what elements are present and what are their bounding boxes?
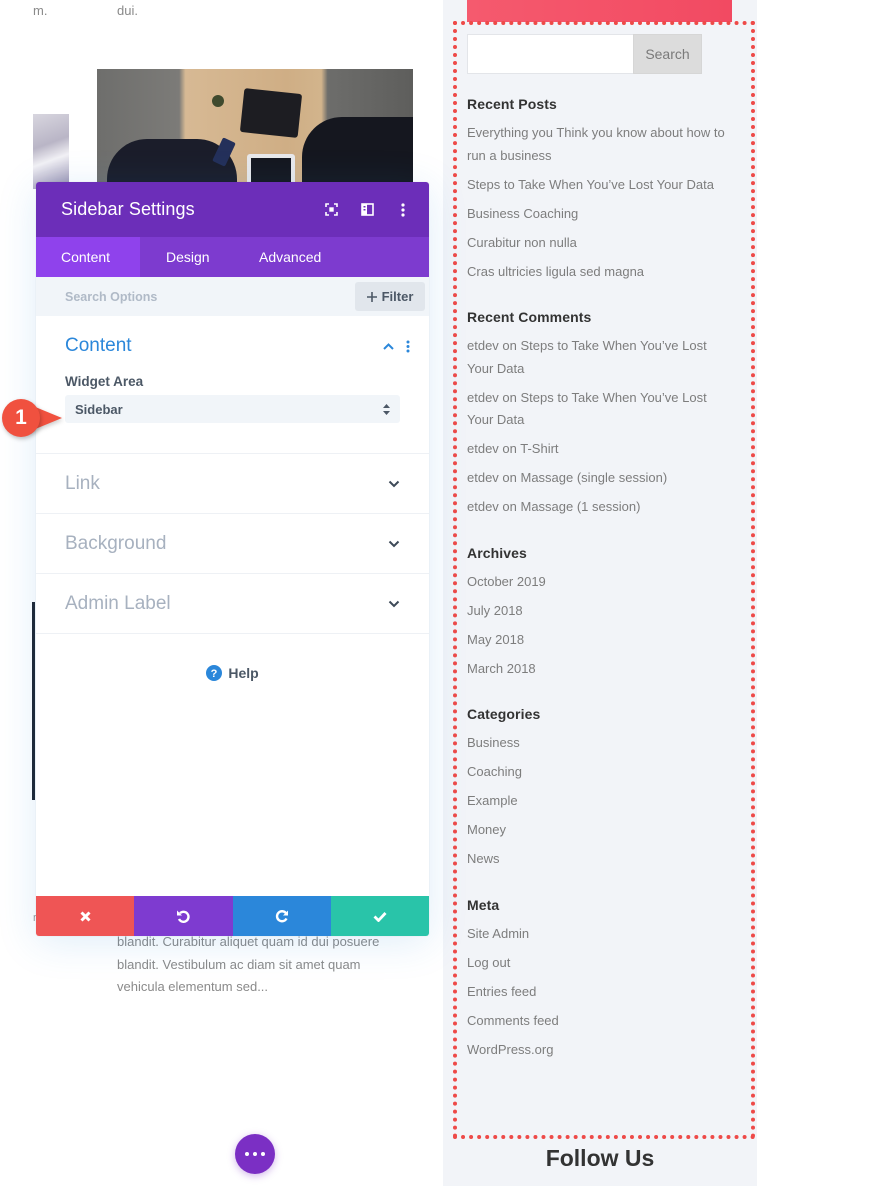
discard-button[interactable] (36, 896, 135, 936)
background-text-fragment: dui. (117, 3, 138, 18)
redo-icon (275, 910, 288, 923)
modal-header: Sidebar Settings (36, 182, 429, 237)
help-icon: ? (206, 665, 223, 681)
options-search-bar: Filter (36, 277, 429, 316)
sidebar-highlight-outline (453, 21, 755, 1139)
undo-button[interactable] (134, 896, 233, 936)
modal-title: Sidebar Settings (61, 199, 195, 219)
widget-area-label: Widget Area (65, 374, 144, 389)
widget-area-select[interactable]: Sidebar (65, 395, 400, 423)
filter-label: Filter (381, 289, 414, 304)
section-title: Content (65, 335, 132, 356)
tab-advanced[interactable]: Advanced (234, 237, 346, 277)
section-title: Admin Label (65, 592, 171, 614)
chevron-down-icon (388, 480, 400, 487)
section-title: Background (65, 532, 167, 554)
fullscreen-icon[interactable] (313, 195, 349, 225)
more-horizontal-icon (245, 1152, 249, 1156)
chevron-down-icon (388, 540, 400, 547)
search-options-input[interactable] (65, 289, 355, 304)
plus-icon (366, 291, 377, 302)
modal-action-bar (36, 896, 429, 936)
section-link[interactable]: Link (36, 454, 429, 514)
help-link[interactable]: ? Help (36, 665, 429, 681)
widget-area-value: Sidebar (75, 401, 123, 417)
help-label: Help (228, 665, 259, 681)
background-blog-image (97, 69, 413, 189)
follow-us-heading: Follow Us (545, 1145, 655, 1171)
chevron-up-icon[interactable] (378, 336, 398, 356)
more-vertical-icon[interactable] (402, 336, 414, 356)
page-options-button[interactable] (235, 1134, 275, 1174)
save-button[interactable] (330, 896, 429, 936)
close-icon (80, 910, 91, 922)
background-image-thumbnail (33, 114, 69, 189)
background-divider (32, 602, 35, 800)
tab-content[interactable]: Content (36, 237, 140, 277)
split-view-icon[interactable] (349, 195, 385, 225)
chevron-down-icon (388, 600, 400, 607)
background-text-fragment: m. (33, 3, 48, 18)
section-admin-label[interactable]: Admin Label (36, 574, 429, 634)
section-content: Content Widget Area Sidebar (36, 316, 429, 454)
section-background[interactable]: Background (36, 514, 429, 574)
step-number: 1 (2, 399, 40, 437)
tab-design[interactable]: Design (140, 237, 234, 277)
svg-text:?: ? (211, 668, 218, 680)
background-article-excerpt: blandit. Curabitur aliquet quam id dui p… (117, 934, 380, 994)
sidebar-settings-modal: Sidebar Settings Content Design Advanced… (36, 182, 429, 936)
step-marker: 1 (2, 399, 62, 437)
sort-arrows-icon (383, 403, 390, 415)
section-title: Link (65, 472, 100, 494)
section-content-header[interactable]: Content (65, 334, 410, 358)
modal-tabs: Content Design Advanced (36, 237, 429, 277)
redo-button[interactable] (232, 896, 331, 936)
check-icon (373, 911, 387, 922)
undo-icon (177, 910, 190, 923)
more-vertical-icon[interactable] (385, 195, 421, 225)
filter-button[interactable]: Filter (355, 282, 425, 311)
cta-banner (467, 0, 732, 22)
